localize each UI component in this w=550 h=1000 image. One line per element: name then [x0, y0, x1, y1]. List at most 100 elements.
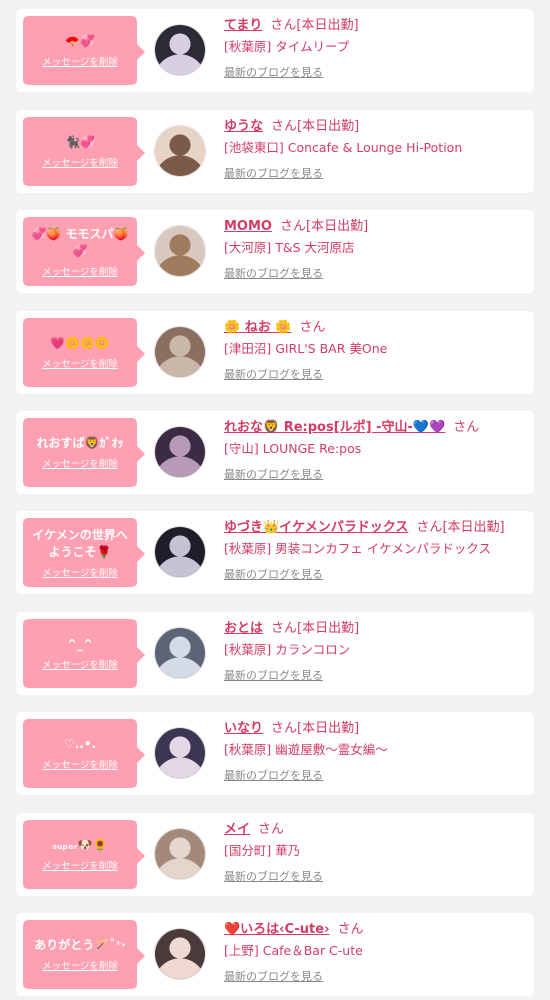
message-text: 🪭💞: [65, 34, 95, 48]
cast-name-link[interactable]: れおな🦁 Re:pos[ルポ] -守山-💙💜: [224, 420, 445, 435]
honorific: さん: [271, 119, 298, 134]
latest-blog-link[interactable]: 最新のブログを見る: [224, 64, 528, 80]
cast-name-link[interactable]: ❤️いろは‹C-ute›: [224, 922, 329, 937]
cast-name-link[interactable]: 🌼 ねお 🌼: [224, 320, 291, 335]
shop-info: [津田沼] GIRL'S BAR 美One: [224, 341, 388, 356]
message-text: ♡..•.: [63, 737, 97, 751]
delete-message-link[interactable]: メッセージを削除: [42, 757, 118, 771]
shop-info: [上野] Cafe＆Bar C-ute: [224, 943, 363, 958]
avatar[interactable]: [154, 225, 206, 277]
cast-info: れおな🦁 Re:pos[ルポ] -守山-💙💜 さん [守山] LOUNGE Re:…: [224, 418, 528, 482]
shop-info: [守山] LOUNGE Re:pos: [224, 441, 362, 456]
avatar-image: [155, 226, 205, 276]
shop-info: [秋葉原] カランコロン: [224, 642, 351, 657]
avatar-image: [155, 126, 205, 176]
cast-info: ゆうな さん[本日出勤] [池袋東口] Concafe & Lounge Hi-P…: [224, 117, 528, 181]
delete-message-link[interactable]: メッセージを削除: [42, 356, 118, 370]
latest-blog-link[interactable]: 最新のブログを見る: [224, 868, 528, 884]
message-text: イケメンの世界へようこそ🌹: [32, 527, 128, 559]
message-card: 🪭💞 メッセージを削除 てまり さん[本日出勤] [秋葉原] タイムリープ 最新の…: [16, 9, 534, 92]
latest-blog-link[interactable]: 最新のブログを見る: [224, 968, 528, 984]
cast-info: ❤️いろは‹C-ute› さん [上野] Cafe＆Bar C-ute 最新のブロ…: [224, 920, 528, 984]
avatar[interactable]: [154, 526, 206, 578]
avatar-image: [155, 25, 205, 75]
message-text: 🐈‍⬛💞: [65, 135, 95, 149]
avatar[interactable]: [154, 24, 206, 76]
latest-blog-link[interactable]: 最新のブログを見る: [224, 767, 528, 783]
message-list: 🪭💞 メッセージを削除 てまり さん[本日出勤] [秋葉原] タイムリープ 最新の…: [0, 0, 550, 1000]
message-text: ありがとう🪄˚⁺‧: [34, 938, 126, 952]
cast-name-link[interactable]: ゆづき👑イケメンパラドックス: [224, 520, 408, 535]
avatar[interactable]: [154, 426, 206, 478]
message-bubble: ♡..•. メッセージを削除: [23, 719, 145, 788]
delete-message-link[interactable]: メッセージを削除: [42, 858, 118, 872]
work-status: [本日出勤]: [297, 119, 360, 134]
cast-info: いなり さん[本日出勤] [秋葉原] 幽遊屋敷～霊女編～ 最新のブログを見る: [224, 719, 528, 783]
honorific: さん: [271, 721, 298, 736]
latest-blog-link[interactable]: 最新のブログを見る: [224, 566, 528, 582]
shop-info: [秋葉原] 男装コンカフェ イケメンパラドックス: [224, 541, 491, 556]
honorific: さん: [416, 520, 443, 535]
cast-name-link[interactable]: てまり: [224, 18, 262, 33]
avatar-image: [155, 728, 205, 778]
message-card: 💗🌼🌼🌼 メッセージを削除 🌼 ねお 🌼 さん [津田沼] GIRL'S BAR …: [16, 311, 534, 394]
work-status: [本日出勤]: [297, 621, 360, 636]
honorific: さん: [270, 18, 297, 33]
avatar-image: [155, 327, 205, 377]
message-card: 💞🍑 モモスパ🍑💞 メッセージを削除 MOMO さん[本日出勤] [大河原] T&…: [16, 210, 534, 293]
delete-message-link[interactable]: メッセージを削除: [42, 264, 118, 278]
cast-info: 🌼 ねお 🌼 さん [津田沼] GIRL'S BAR 美One 最新のブログを見る: [224, 318, 528, 382]
message-card: ₛᵤₚₑᵣ🐶🌻 メッセージを削除 メイ さん [国分町] 華乃 最新のブログを見る: [16, 813, 534, 896]
avatar[interactable]: [154, 727, 206, 779]
message-bubble: 🐈‍⬛💞 メッセージを削除: [23, 117, 145, 186]
delete-message-link[interactable]: メッセージを削除: [42, 54, 118, 68]
cast-name-link[interactable]: メイ: [224, 822, 250, 837]
avatar[interactable]: [154, 627, 206, 679]
message-card: イケメンの世界へようこそ🌹 メッセージを削除 ゆづき👑イケメンパラドックス さん […: [16, 511, 534, 594]
shop-info: [国分町] 華乃: [224, 843, 301, 858]
work-status: [本日出勤]: [306, 219, 369, 234]
cast-name-link[interactable]: ゆうな: [224, 119, 263, 134]
work-status: [本日出勤]: [297, 721, 360, 736]
cast-name-link[interactable]: おとは: [224, 621, 263, 636]
cast-info: おとは さん[本日出勤] [秋葉原] カランコロン 最新のブログを見る: [224, 619, 528, 683]
cast-name-link[interactable]: MOMO: [224, 219, 272, 234]
message-text: 💗🌼🌼🌼: [50, 336, 110, 350]
message-card: ありがとう🪄˚⁺‧ メッセージを削除 ❤️いろは‹C-ute› さん [上野] C…: [16, 913, 534, 996]
shop-info: [秋葉原] タイムリープ: [224, 39, 350, 54]
honorific: さん: [271, 621, 298, 636]
latest-blog-link[interactable]: 最新のブログを見る: [224, 165, 528, 181]
message-bubble: れおすば🦁ｶﾞｵｯ メッセージを削除: [23, 418, 145, 487]
delete-message-link[interactable]: メッセージを削除: [42, 565, 118, 579]
avatar-image: [155, 427, 205, 477]
message-card: れおすば🦁ｶﾞｵｯ メッセージを削除 れおな🦁 Re:pos[ルポ] -守山-💙…: [16, 411, 534, 494]
shop-info: [池袋東口] Concafe & Lounge Hi-Potion: [224, 140, 463, 155]
avatar[interactable]: [154, 125, 206, 177]
latest-blog-link[interactable]: 最新のブログを見る: [224, 366, 528, 382]
delete-message-link[interactable]: メッセージを削除: [42, 456, 118, 470]
cast-name-link[interactable]: いなり: [224, 721, 263, 736]
message-bubble: ありがとう🪄˚⁺‧ メッセージを削除: [23, 920, 145, 989]
avatar-image: [155, 628, 205, 678]
cast-info: MOMO さん[本日出勤] [大河原] T&S 大河原店 最新のブログを見る: [224, 217, 528, 281]
avatar[interactable]: [154, 928, 206, 980]
message-text: ^_^: [66, 637, 94, 651]
avatar[interactable]: [154, 326, 206, 378]
work-status: [本日出勤]: [296, 18, 359, 33]
avatar-image: [155, 527, 205, 577]
latest-blog-link[interactable]: 最新のブログを見る: [224, 265, 528, 281]
delete-message-link[interactable]: メッセージを削除: [42, 657, 118, 671]
shop-info: [大河原] T&S 大河原店: [224, 240, 355, 255]
avatar-image: [155, 829, 205, 879]
delete-message-link[interactable]: メッセージを削除: [42, 958, 118, 972]
message-bubble: イケメンの世界へようこそ🌹 メッセージを削除: [23, 518, 145, 587]
honorific: さん: [258, 822, 285, 837]
latest-blog-link[interactable]: 最新のブログを見る: [224, 667, 528, 683]
message-text: ₛᵤₚₑᵣ🐶🌻: [52, 838, 108, 852]
delete-message-link[interactable]: メッセージを削除: [42, 155, 118, 169]
message-bubble: ₛᵤₚₑᵣ🐶🌻 メッセージを削除: [23, 820, 145, 889]
avatar[interactable]: [154, 828, 206, 880]
honorific: さん: [453, 420, 480, 435]
message-text: れおすば🦁ｶﾞｵｯ: [36, 436, 124, 450]
latest-blog-link[interactable]: 最新のブログを見る: [224, 466, 528, 482]
